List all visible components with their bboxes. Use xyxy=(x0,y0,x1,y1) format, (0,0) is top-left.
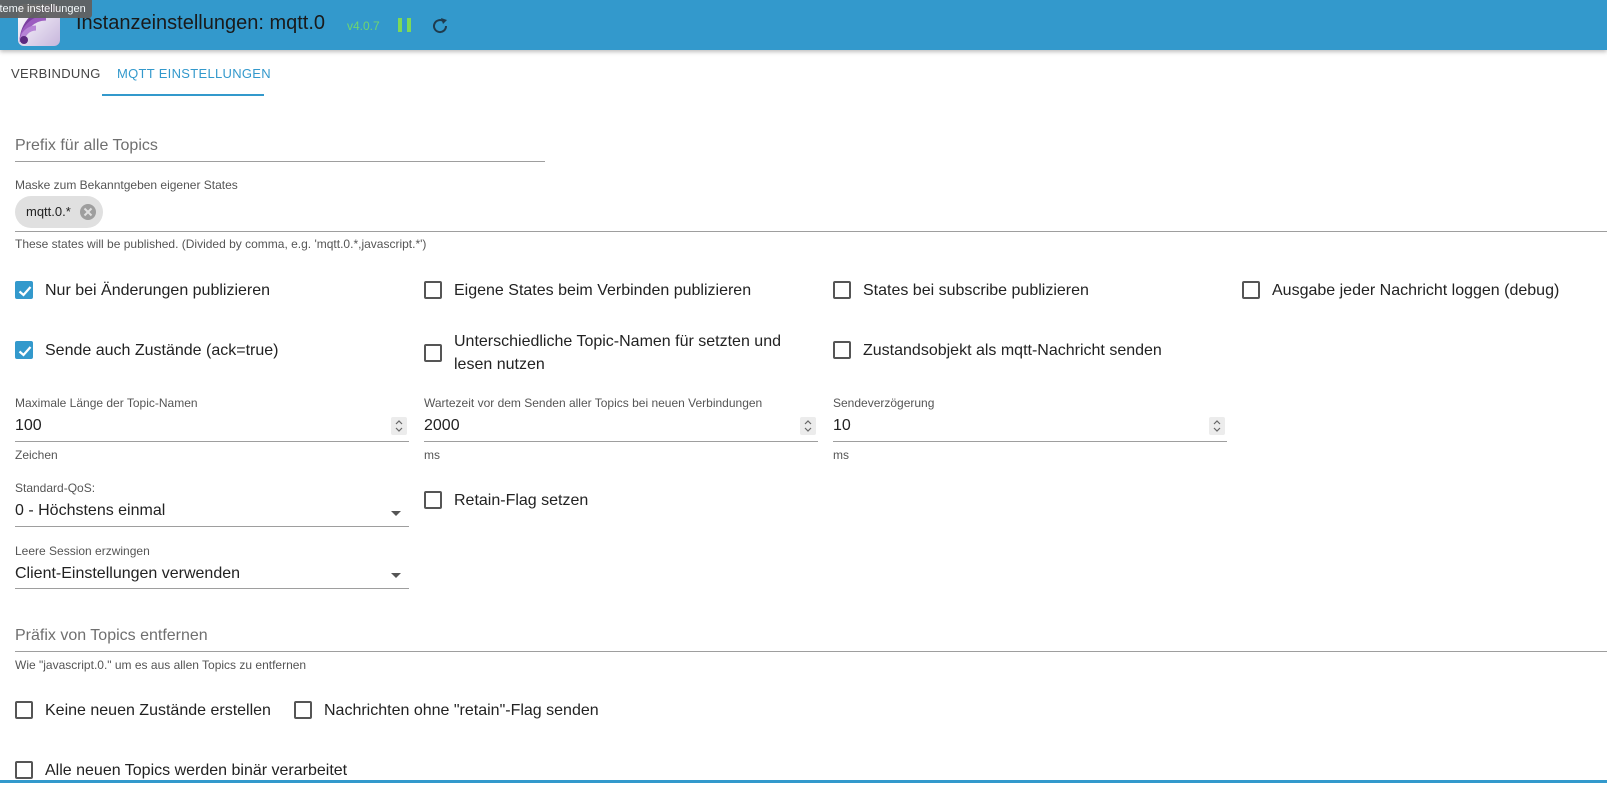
checkbox-no-retain[interactable] xyxy=(294,701,312,719)
version-badge: v4.0.7 xyxy=(347,19,380,33)
checkbox-state-object[interactable] xyxy=(833,341,851,359)
mask-chip-label: mqtt.0.* xyxy=(26,204,71,219)
check-icon xyxy=(18,286,32,297)
session-label: Leere Session erzwingen xyxy=(15,544,150,558)
tab-mqtt-einstellungen[interactable]: MQTT EINSTELLUNGEN xyxy=(117,66,271,81)
mask-helper: These states will be published. (Divided… xyxy=(15,237,427,251)
send-delay-unit: ms xyxy=(833,448,849,462)
checkbox-binary-topics-label: Alle neuen Topics werden binär verarbeit… xyxy=(45,762,348,779)
prefix-underline xyxy=(15,161,545,162)
wait-time-label: Wartezeit vor dem Senden aller Topics be… xyxy=(424,396,763,410)
checkbox-no-retain-label: Nachrichten ohne "retain"-Flag senden xyxy=(324,702,599,719)
checkbox-publish-on-connect[interactable] xyxy=(424,281,442,299)
checkbox-publish-on-connect-label: Eigene States beim Verbinden publizieren xyxy=(454,282,752,299)
session-underline xyxy=(15,588,409,589)
page-title: Instanzeinstellungen: mqtt.0 xyxy=(76,12,326,34)
max-topic-length-unit: Zeichen xyxy=(15,448,58,462)
remove-prefix-underline xyxy=(15,651,1607,652)
qos-select[interactable]: 0 - Höchstens einmal xyxy=(15,502,165,520)
checkbox-publish-on-subscribe[interactable] xyxy=(833,281,851,299)
checkbox-debug-log[interactable] xyxy=(1242,281,1260,299)
chip-remove-icon[interactable] xyxy=(78,202,98,222)
session-select[interactable]: Client-Einstellungen verwenden xyxy=(15,565,240,583)
pause-icon[interactable] xyxy=(396,16,414,34)
wait-time-stepper-icon[interactable] xyxy=(800,417,816,435)
max-topic-length-stepper-icon[interactable] xyxy=(391,417,407,435)
prefix-input[interactable]: Prefix für alle Topics xyxy=(15,137,158,155)
checkbox-binary-topics[interactable] xyxy=(15,761,33,779)
wait-time-input[interactable]: 2000 xyxy=(424,417,460,435)
checkbox-send-ack-label: Sende auch Zustände (ack=true) xyxy=(45,342,279,359)
max-topic-length-label: Maximale Länge der Topic-Namen xyxy=(15,396,198,410)
max-topic-length-input[interactable]: 100 xyxy=(15,417,42,435)
checkbox-only-changes-label: Nur bei Änderungen publizieren xyxy=(45,282,271,299)
remove-prefix-input[interactable]: Präfix von Topics entfernen xyxy=(15,627,208,645)
tab-indicator xyxy=(102,94,264,96)
send-delay-stepper-icon[interactable] xyxy=(1209,417,1225,435)
max-topic-length-underline xyxy=(15,441,409,442)
qos-label: Standard-QoS: xyxy=(15,481,96,495)
wait-time-underline xyxy=(424,441,818,442)
checkbox-different-topic-names[interactable] xyxy=(424,344,442,362)
bottom-border xyxy=(0,780,1607,783)
mask-underline xyxy=(15,231,1607,232)
send-delay-input[interactable]: 10 xyxy=(833,417,851,435)
send-delay-underline xyxy=(833,441,1227,442)
checkbox-different-topic-names-label-2: lesen nutzen xyxy=(454,356,545,373)
checkbox-retain-flag-label: Retain-Flag setzen xyxy=(454,492,589,509)
reload-icon[interactable] xyxy=(430,16,450,36)
chevron-down-icon[interactable] xyxy=(391,511,401,516)
mask-chip: mqtt.0.* xyxy=(15,196,103,228)
checkbox-different-topic-names-label: Unterschiedliche Topic-Namen für setzten… xyxy=(454,333,781,350)
checkbox-no-new-states[interactable] xyxy=(15,701,33,719)
checkbox-retain-flag[interactable] xyxy=(424,491,442,509)
checkbox-state-object-label: Zustandsobjekt als mqtt-Nachricht senden xyxy=(863,342,1162,359)
send-delay-label: Sendeverzögerung xyxy=(833,396,935,410)
remove-prefix-helper: Wie "javascript.0." um es aus allen Topi… xyxy=(15,658,307,672)
app-header: Instanzeinstellungen: mqtt.0 v4.0.7 xyxy=(0,0,1607,50)
checkbox-only-changes[interactable] xyxy=(15,281,33,299)
tooltip: steme instellungen xyxy=(0,0,92,18)
check-icon xyxy=(18,346,32,357)
checkbox-publish-on-subscribe-label: States bei subscribe publizieren xyxy=(863,282,1089,299)
mask-label: Maske zum Bekanntgeben eigener States xyxy=(15,178,238,192)
checkbox-send-ack[interactable] xyxy=(15,341,33,359)
qos-underline xyxy=(15,526,409,527)
tab-verbindung[interactable]: VERBINDUNG xyxy=(11,66,101,81)
checkbox-no-new-states-label: Keine neuen Zustände erstellen xyxy=(45,702,271,719)
wait-time-unit: ms xyxy=(424,448,440,462)
chevron-down-icon[interactable] xyxy=(391,573,401,578)
checkbox-debug-log-label: Ausgabe jeder Nachricht loggen (debug) xyxy=(1272,282,1560,299)
